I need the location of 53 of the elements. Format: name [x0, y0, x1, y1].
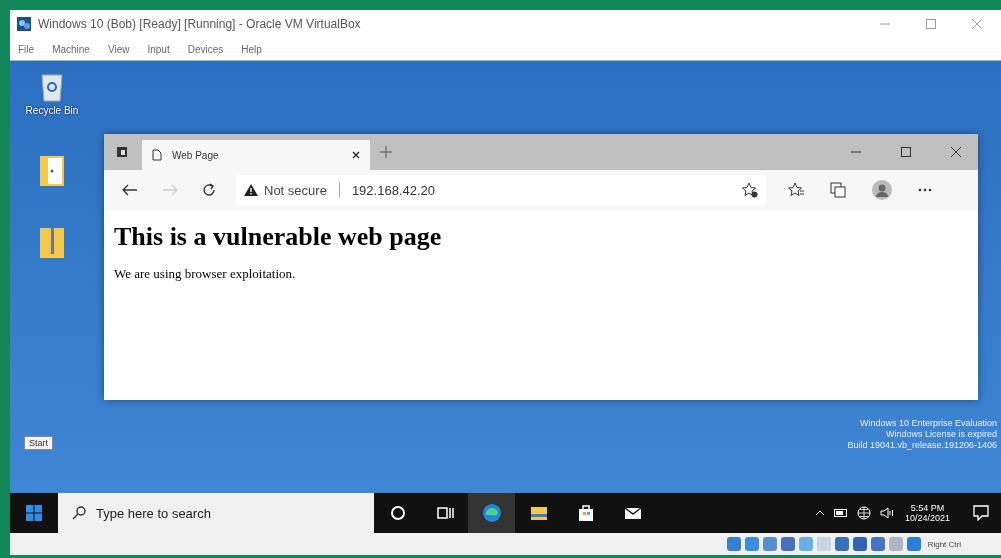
speaker-icon[interactable] [879, 507, 894, 519]
icon-label: Recycle Bin [25, 105, 79, 116]
menu-item[interactable]: Help [241, 43, 262, 55]
window-title: Windows 10 (Bob) [Ready] [Running] - Oracle VM VirtualBox [38, 17, 361, 31]
menu-item[interactable]: Machine [52, 43, 90, 55]
start-tooltip: Start [24, 436, 53, 450]
tab-label: Web Page [172, 149, 219, 161]
virtualbox-logo-icon [16, 16, 32, 32]
tab-actions-icon[interactable] [116, 146, 128, 158]
close-tab-icon[interactable] [352, 151, 360, 159]
avatar-icon[interactable] [872, 180, 892, 200]
status-device-icon[interactable] [779, 536, 796, 552]
more-icon[interactable] [918, 188, 932, 192]
search-field[interactable]: Type here to search [58, 493, 374, 533]
menu-item[interactable]: Devices [187, 43, 224, 55]
url-text: 192.168.42.20 [351, 182, 435, 198]
notification-icon[interactable] [973, 505, 989, 521]
globe-icon[interactable] [856, 506, 871, 520]
status-device-icon[interactable] [761, 536, 778, 552]
maximize-icon[interactable] [900, 146, 912, 158]
collections-icon[interactable] [830, 182, 846, 198]
refresh-icon[interactable] [202, 183, 216, 197]
status-device-icon[interactable] [725, 536, 742, 552]
watermark-text: Windows License is expired [885, 429, 997, 440]
page-icon [152, 149, 162, 161]
warning-icon [244, 184, 258, 196]
watermark-text: Windows 10 Enterprise Evaluation [859, 418, 997, 429]
chevron-up-icon[interactable] [814, 510, 825, 516]
page-paragraph: We are using browser exploitation. [114, 266, 297, 282]
clock-time[interactable]: 5:54 PM [910, 503, 945, 513]
status-device-icon[interactable] [851, 536, 868, 552]
status-device-icon[interactable] [833, 536, 850, 552]
menu-item[interactable]: View [107, 43, 130, 55]
menu-item[interactable]: Input [147, 43, 170, 55]
favorites-icon[interactable] [788, 182, 804, 198]
back-arrow-icon[interactable] [122, 184, 138, 196]
close-icon[interactable] [950, 146, 962, 158]
clock-date[interactable]: 10/24/2021 [904, 513, 950, 523]
edge-browser-icon[interactable] [468, 493, 515, 533]
page-heading: This is a vulnerable web page [114, 222, 443, 252]
menu-item[interactable]: File [18, 43, 35, 55]
status-device-icon[interactable] [743, 536, 760, 552]
security-label: Not secure [264, 182, 327, 198]
browser-tab[interactable]: Web Page [142, 140, 370, 170]
forward-arrow-icon [162, 184, 178, 196]
star-plus-icon[interactable] [742, 182, 758, 198]
status-device-icon[interactable] [869, 536, 886, 552]
battery-icon[interactable] [833, 509, 848, 517]
new-tab-icon[interactable] [380, 146, 392, 158]
status-device-icon[interactable] [905, 536, 922, 552]
host-key-label: Right Ctrl [927, 539, 961, 549]
address-bar[interactable]: Not secure 192.168.42.20 [236, 175, 766, 205]
watermark-text: Build 19041.vb_release.191206-1406 [847, 440, 997, 451]
